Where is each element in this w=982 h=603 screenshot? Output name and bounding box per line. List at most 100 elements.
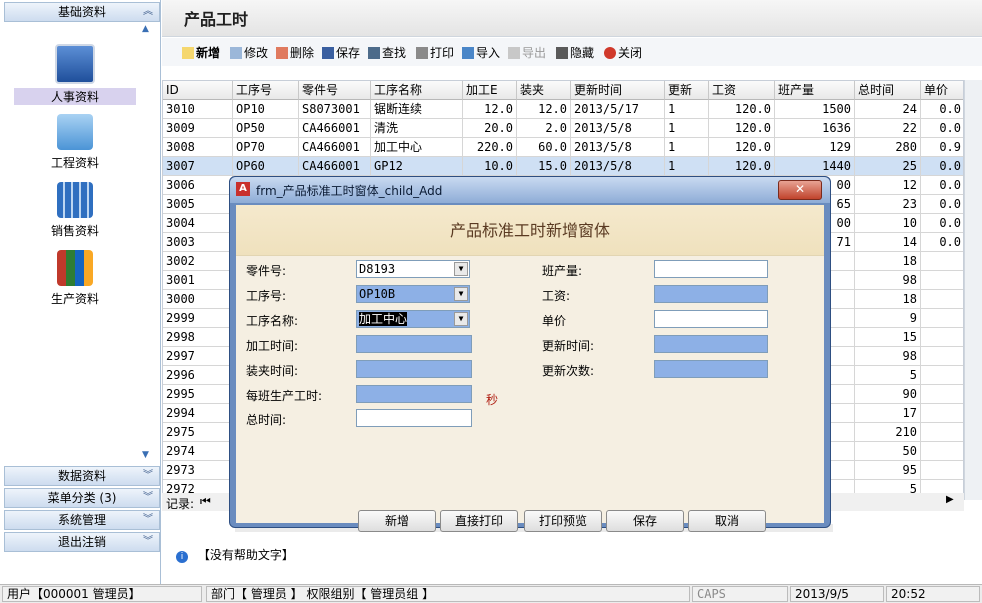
table-cell[interactable]: 60.0 <box>517 138 571 157</box>
table-cell[interactable]: GP12 <box>371 157 463 176</box>
hide-button[interactable]: 隐藏 <box>556 44 594 61</box>
table-cell[interactable]: 0.0 <box>921 195 963 214</box>
text-field[interactable] <box>654 285 768 303</box>
nav-header-basic-data[interactable]: 基础资料 ︽ <box>4 2 160 22</box>
table-row[interactable]: 3007 OP60 CA466001 GP12 10.0 15.0 2013/5/8 1 120… <box>163 157 963 176</box>
column-header[interactable]: 更新 <box>665 81 709 100</box>
table-cell[interactable]: 15 <box>855 328 921 347</box>
table-cell[interactable]: 清洗 <box>371 119 463 138</box>
delete-button[interactable]: 删除 <box>276 44 314 61</box>
table-cell[interactable]: 280 <box>855 138 921 157</box>
scroll-up-icon[interactable]: ▲ <box>142 24 149 34</box>
dialog-button[interactable]: 新增 <box>358 510 436 532</box>
column-header[interactable]: 装夹 <box>517 81 571 100</box>
table-cell[interactable] <box>921 461 963 480</box>
table-cell[interactable]: 120.0 <box>709 157 775 176</box>
table-cell[interactable]: S8073001 <box>299 100 371 119</box>
vertical-scrollbar[interactable] <box>964 80 982 500</box>
table-cell[interactable]: 17 <box>855 404 921 423</box>
dialog-button[interactable]: 直接打印 <box>440 510 518 532</box>
table-cell[interactable]: CA466001 <box>299 138 371 157</box>
text-field[interactable] <box>654 335 768 353</box>
table-cell[interactable] <box>921 328 963 347</box>
table-cell[interactable]: 220.0 <box>463 138 517 157</box>
table-cell[interactable] <box>921 271 963 290</box>
table-cell[interactable]: 22 <box>855 119 921 138</box>
table-cell[interactable]: 1 <box>665 119 709 138</box>
column-header[interactable]: 工序号 <box>233 81 299 100</box>
table-cell[interactable]: 2999 <box>163 309 233 328</box>
table-cell[interactable]: 25 <box>855 157 921 176</box>
column-header[interactable]: 零件号 <box>299 81 371 100</box>
expand-chevron-icon[interactable]: ︾ <box>143 489 153 507</box>
table-cell[interactable]: 10 <box>855 214 921 233</box>
dialog-button[interactable]: 取消 <box>688 510 766 532</box>
text-field[interactable] <box>654 360 768 378</box>
table-cell[interactable]: CA466001 <box>299 157 371 176</box>
table-cell[interactable]: 2995 <box>163 385 233 404</box>
dropdown-arrow-icon[interactable]: ▼ <box>454 262 468 276</box>
text-field[interactable] <box>356 360 472 378</box>
table-cell[interactable]: OP70 <box>233 138 299 157</box>
expand-chevron-icon[interactable]: ︾ <box>143 467 153 485</box>
table-cell[interactable]: 2975 <box>163 423 233 442</box>
table-cell[interactable]: 0.0 <box>921 100 963 119</box>
column-header[interactable]: 工资 <box>709 81 775 100</box>
table-cell[interactable]: 95 <box>855 461 921 480</box>
table-cell[interactable]: 2974 <box>163 442 233 461</box>
new-button[interactable]: 新增 <box>182 44 220 61</box>
text-field[interactable] <box>356 385 472 403</box>
export-button[interactable]: 导出 <box>508 44 546 61</box>
column-header[interactable]: 单价 <box>921 81 963 100</box>
expand-chevron-icon[interactable]: ︾ <box>143 511 153 529</box>
table-cell[interactable]: 3002 <box>163 252 233 271</box>
collapse-chevron-icon[interactable]: ︽ <box>143 3 153 21</box>
nav-item-production[interactable]: 生产资料 <box>14 250 136 307</box>
table-cell[interactable]: 2994 <box>163 404 233 423</box>
nav-header-logout[interactable]: 退出注销 ︾ <box>4 532 160 552</box>
text-field[interactable] <box>654 260 768 278</box>
table-cell[interactable]: 1440 <box>775 157 855 176</box>
table-cell[interactable]: 2996 <box>163 366 233 385</box>
table-cell[interactable]: OP60 <box>233 157 299 176</box>
table-cell[interactable]: 12 <box>855 176 921 195</box>
table-cell[interactable]: 1 <box>665 100 709 119</box>
table-cell[interactable]: 0.0 <box>921 233 963 252</box>
table-cell[interactable]: 210 <box>855 423 921 442</box>
nav-item-personnel[interactable]: 人事资料 <box>14 44 136 105</box>
table-cell[interactable]: 3006 <box>163 176 233 195</box>
table-cell[interactable]: 129 <box>775 138 855 157</box>
table-cell[interactable]: 3001 <box>163 271 233 290</box>
table-cell[interactable]: 10.0 <box>463 157 517 176</box>
table-cell[interactable] <box>921 252 963 271</box>
edit-button[interactable]: 修改 <box>230 44 268 61</box>
table-cell[interactable]: 2013/5/8 <box>571 138 665 157</box>
table-cell[interactable]: 2013/5/8 <box>571 119 665 138</box>
first-record-icon[interactable]: ⏮ <box>200 494 211 509</box>
table-cell[interactable] <box>921 290 963 309</box>
scroll-right-icon[interactable]: ▶ <box>946 494 954 505</box>
table-cell[interactable]: 3010 <box>163 100 233 119</box>
dropdown-arrow-icon[interactable]: ▼ <box>454 312 468 326</box>
table-cell[interactable]: 98 <box>855 271 921 290</box>
table-cell[interactable]: 2973 <box>163 461 233 480</box>
table-cell[interactable]: 18 <box>855 290 921 309</box>
text-field[interactable] <box>356 409 472 427</box>
table-cell[interactable]: 加工中心 <box>371 138 463 157</box>
table-cell[interactable]: 1 <box>665 138 709 157</box>
dialog-title-bar[interactable]: A frm_产品标准工时窗体_child_Add ✕ <box>230 177 830 203</box>
table-cell[interactable]: 98 <box>855 347 921 366</box>
table-cell[interactable]: 9 <box>855 309 921 328</box>
table-cell[interactable]: 2013/5/17 <box>571 100 665 119</box>
table-cell[interactable]: 90 <box>855 385 921 404</box>
combo-box[interactable]: 加工中心 ▼ <box>356 310 470 328</box>
nav-header-menu-category[interactable]: 菜单分类 (3) ︾ <box>4 488 160 508</box>
nav-item-sales[interactable]: 销售资料 <box>14 182 136 239</box>
table-cell[interactable]: 120.0 <box>709 138 775 157</box>
column-header[interactable]: 加工E <box>463 81 517 100</box>
table-cell[interactable]: 0.0 <box>921 176 963 195</box>
column-header[interactable]: 工序名称 <box>371 81 463 100</box>
expand-chevron-icon[interactable]: ︾ <box>143 533 153 551</box>
column-header[interactable]: 班产量 <box>775 81 855 100</box>
table-cell[interactable]: 23 <box>855 195 921 214</box>
